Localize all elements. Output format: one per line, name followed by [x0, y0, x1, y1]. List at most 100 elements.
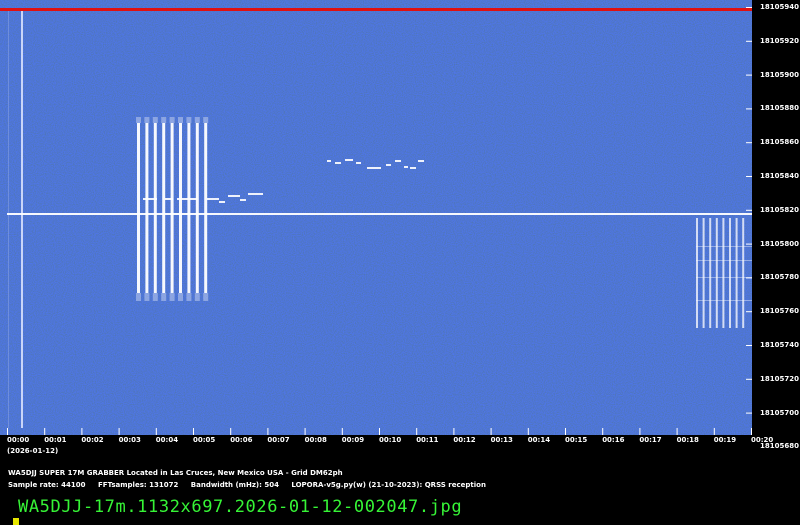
- frequency-label: 18105700: [760, 408, 799, 417]
- dash-mark: [345, 159, 353, 161]
- dash-mark: [177, 198, 197, 200]
- dash-mark: [386, 164, 391, 166]
- time-tick: [751, 428, 752, 435]
- right-burst-bar: [715, 218, 718, 328]
- horizontal-carrier: [7, 213, 752, 215]
- right-burst-bar: [722, 218, 725, 328]
- time-tick: [527, 428, 529, 435]
- dash-mark: [143, 198, 157, 200]
- right-burst-horizontal: [696, 277, 752, 278]
- time-tick: [639, 428, 641, 435]
- right-burst-bar: [709, 218, 712, 328]
- waterfall-noise: [0, 0, 752, 435]
- burst-bar-fringe: [169, 117, 175, 123]
- parameters-line: Sample rate: 44100 FFTsamples: 131072 Ba…: [8, 479, 496, 491]
- right-burst-bar: [696, 218, 698, 328]
- time-tick-label: 00:09: [341, 436, 365, 444]
- time-tick: [230, 428, 232, 435]
- time-tick: [602, 428, 604, 435]
- time-tick: [155, 428, 157, 435]
- right-burst-horizontal: [696, 246, 752, 247]
- frequency-label: 18105800: [760, 239, 799, 248]
- frequency-label: 18105820: [760, 205, 799, 214]
- time-tick-marks: [7, 428, 752, 435]
- dash-mark: [248, 193, 263, 195]
- frequency-label: 18105680: [760, 442, 799, 451]
- frequency-tick: [746, 277, 752, 279]
- frequency-tick: [746, 40, 752, 42]
- dash-mark: [356, 162, 361, 164]
- dash-mark: [207, 198, 219, 200]
- dash-mark: [367, 167, 381, 169]
- left-vertical-trace-faint: [8, 11, 9, 428]
- frequency-label: 18105740: [760, 341, 799, 349]
- frequency-tick: [746, 142, 752, 144]
- burst-bar-fringe: [194, 117, 200, 123]
- time-tick-label: 00:10: [379, 436, 402, 444]
- time-tick: [490, 428, 492, 435]
- waterfall-top-red-line: [0, 8, 752, 11]
- time-tick-label: 00:11: [416, 436, 439, 444]
- frequency-label: 18105940: [760, 3, 799, 11]
- time-tick: [713, 428, 715, 435]
- time-tick-label: 00:08: [304, 436, 327, 444]
- time-tick-label: 00:17: [639, 436, 662, 444]
- burst-bar: [145, 123, 149, 293]
- date-label: (2026-01-12): [7, 447, 59, 455]
- filename-label: WA5DJJ-17m.1132x697.2026-01-12-002047.jp…: [18, 497, 463, 517]
- frequency-label: 18105900: [760, 70, 799, 79]
- frequency-tick: [746, 74, 752, 76]
- burst-bar-fringe: [178, 117, 183, 123]
- frequency-tick: [746, 176, 752, 177]
- time-tick-label: 00:18: [676, 436, 699, 444]
- dash-mark: [335, 162, 341, 164]
- burst-bar-fringe: [203, 293, 209, 301]
- time-tick-label: 00:03: [118, 436, 141, 444]
- dash-mark: [240, 199, 246, 201]
- left-vertical-trace: [21, 11, 23, 428]
- burst-bar: [195, 123, 199, 293]
- burst-bar-fringe: [152, 117, 158, 123]
- frequency-label: 18105920: [760, 36, 799, 45]
- burst-bar-fringe: [178, 293, 183, 301]
- right-burst-horizontal: [696, 260, 752, 261]
- frequency-tick: [746, 209, 752, 211]
- time-tick: [565, 428, 566, 435]
- frequency-label: 18105840: [760, 172, 799, 180]
- burst-bar: [137, 123, 140, 293]
- time-tick-label: 00:06: [230, 436, 253, 444]
- burst-bar-fringe: [186, 117, 192, 123]
- sample-rate: Sample rate: 44100: [8, 481, 86, 489]
- time-tick: [304, 428, 306, 435]
- dash-mark: [410, 167, 416, 169]
- time-tick: [81, 428, 83, 435]
- time-tick-label: 00:13: [490, 436, 513, 444]
- burst-bar: [170, 123, 174, 293]
- burst-bar: [204, 123, 208, 293]
- time-tick-label: 00:07: [267, 436, 290, 444]
- time-tick: [267, 428, 269, 435]
- time-tick-label: 00:05: [193, 436, 216, 444]
- bandwidth: Bandwidth (mHz): 504: [190, 481, 279, 489]
- time-tick: [416, 428, 418, 435]
- frequency-tick: [746, 412, 752, 414]
- time-tick: [379, 428, 380, 435]
- dash-mark: [404, 166, 408, 168]
- frequency-label: 18105780: [760, 273, 799, 282]
- time-tick: [341, 428, 343, 435]
- time-tick: [453, 428, 455, 435]
- right-burst-bar: [742, 218, 745, 328]
- burst-bar-fringe: [169, 293, 175, 301]
- time-tick-label: 00:16: [602, 436, 625, 444]
- frequency-tick: [746, 7, 752, 8]
- burst-bar-fringe: [152, 293, 158, 301]
- text-cursor: [13, 518, 19, 525]
- burst-bar-fringe: [144, 117, 150, 123]
- burst-bar: [153, 123, 157, 293]
- frequency-tick: [746, 311, 752, 313]
- frequency-label: 18105880: [760, 104, 799, 113]
- burst-bar-fringe: [136, 117, 141, 123]
- time-tick-label: 00:00: [7, 436, 30, 444]
- time-tick-label: 00:14: [527, 436, 551, 444]
- time-tick: [44, 428, 46, 435]
